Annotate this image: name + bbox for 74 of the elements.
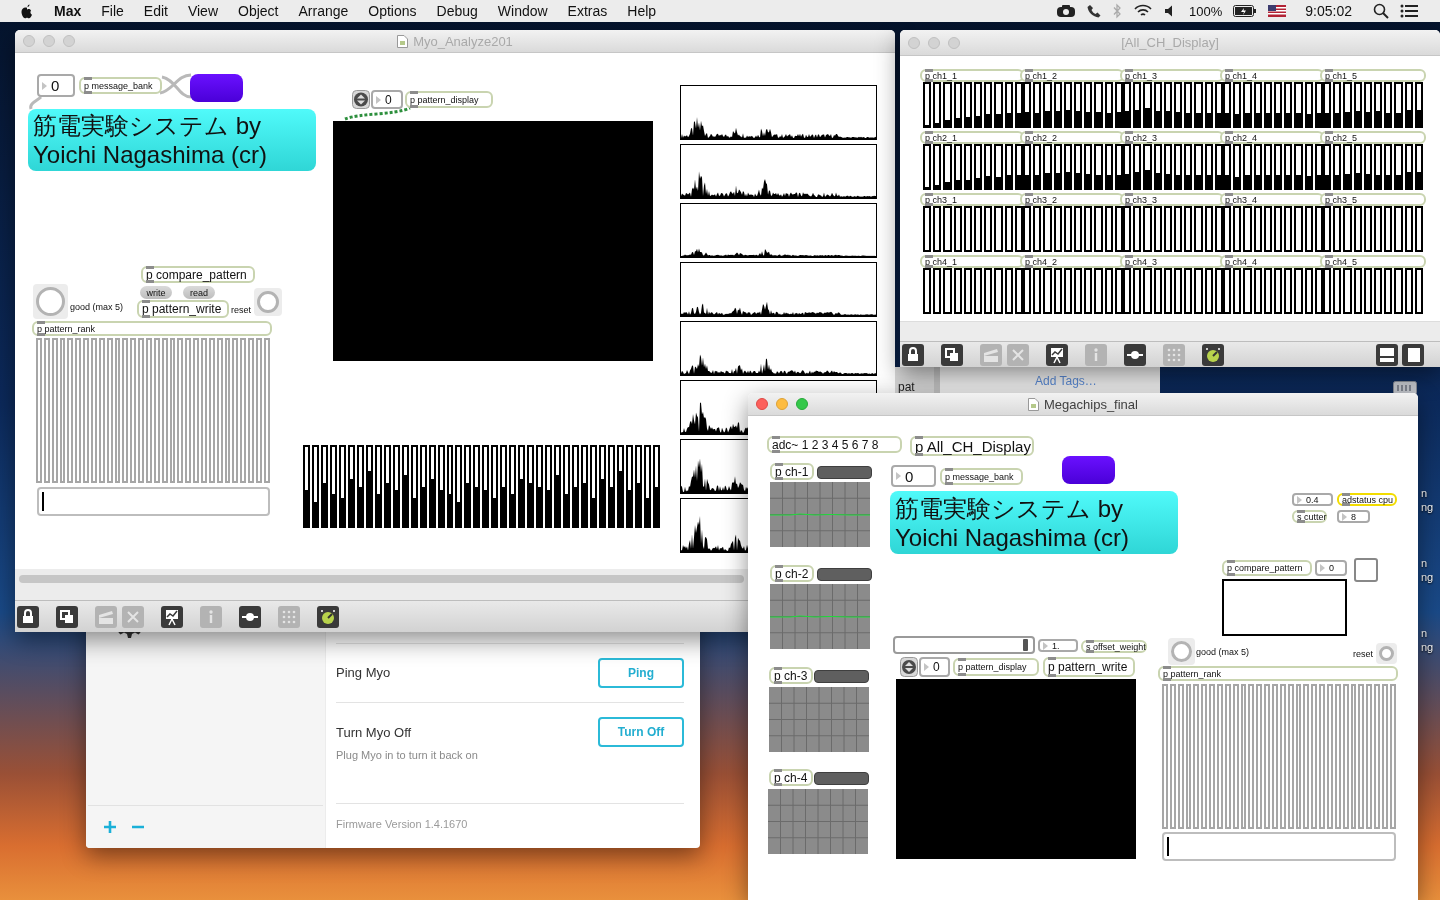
object-box: adc~ 1 2 3 4 5 6 7 8 [767, 436, 902, 453]
object-box: p ch1_5 [1320, 69, 1426, 82]
object-box: p ch4_5 [1320, 255, 1426, 268]
object-box: p ch3_5 [1320, 193, 1426, 206]
menu-item[interactable]: Max [54, 3, 82, 19]
object-box: p ch1_2 [1020, 69, 1124, 82]
setting-label: Turn Myo Off [336, 725, 413, 741]
number-box[interactable]: 8 [1337, 510, 1370, 523]
sidebar-item[interactable]: pat [898, 379, 915, 395]
window-title: [All_CH_Display] [1121, 35, 1219, 50]
object-box: p ch4_3 [1120, 255, 1224, 268]
object-box: p pattern_write [137, 300, 229, 318]
number-box[interactable]: 0.4 [1292, 493, 1333, 506]
comment-text: reset [1353, 648, 1373, 660]
menu-item[interactable]: Edit [143, 3, 168, 19]
menu-item[interactable]: Help [627, 3, 657, 19]
menu-item[interactable]: Debug [436, 3, 478, 19]
object-box: p ch2_1 [920, 131, 1024, 144]
menu-item[interactable]: Arrange [298, 3, 349, 19]
object-box: p message_bank [79, 77, 162, 94]
object-box: p pattern_display [405, 91, 493, 108]
battery-percentage: 100% [1189, 3, 1223, 19]
menu-item[interactable]: File [101, 3, 124, 19]
object-box: p ch3_2 [1020, 193, 1124, 206]
icon-label[interactable]: ng [1421, 500, 1434, 514]
object-box: p ch4_2 [1020, 255, 1124, 268]
clock[interactable]: 9:05:02 [1305, 3, 1352, 19]
object-box: p compare_pattern [1222, 560, 1312, 576]
object-box: p pattern_display [953, 658, 1039, 676]
object-box: p ch2_3 [1120, 131, 1224, 144]
title-text: 筋電実験システム by [33, 111, 262, 140]
menu-item[interactable]: Window [497, 3, 548, 19]
comment-text: good (max 5) [1196, 646, 1250, 658]
object-box: s offset_weight [1081, 640, 1147, 653]
object-box: p ch4_4 [1220, 255, 1324, 268]
number-box[interactable]: 0 [1315, 560, 1347, 576]
comment-text: good (max 5) [70, 301, 124, 313]
menu-item[interactable]: View [187, 3, 218, 19]
number-box[interactable]: 0 [919, 657, 950, 677]
window-title: Megachips_final [1044, 396, 1138, 412]
title-text: Yoichi Nagashima (cr) [895, 522, 1130, 552]
object-box: adstatus cpu [1337, 493, 1397, 506]
window-title: Myo_Analyze201 [413, 33, 513, 49]
icon-label[interactable]: ng [1421, 570, 1434, 584]
object-box: p ch3_1 [920, 193, 1024, 206]
object-box: p pattern_write [1043, 657, 1135, 677]
number-box[interactable]: 1. [1038, 639, 1078, 652]
title-text: 筋電実験システム by [895, 493, 1124, 523]
comment-text: reset [231, 304, 251, 316]
firmware-version: Firmware Version 1.4.1670 [336, 818, 468, 830]
object-box: p ch1_3 [1120, 69, 1224, 82]
icon-label[interactable]: n [1421, 626, 1434, 640]
object-box: s cutter [1292, 510, 1327, 523]
object-box: p pattern_rank [1158, 666, 1398, 681]
object-box: p ch3_3 [1120, 193, 1224, 206]
icon-label[interactable]: ng [1421, 640, 1434, 654]
menu-item[interactable]: Extras [567, 3, 608, 19]
object-box: p ch2_4 [1220, 131, 1324, 144]
object-box: p message_bank [940, 468, 1023, 485]
setting-hint: Plug Myo in to turn it back on [336, 749, 478, 761]
object-box: p ch3_4 [1220, 193, 1324, 206]
object-box: p ch1_1 [920, 69, 1024, 82]
menu-item[interactable]: Options [368, 3, 417, 19]
setting-label: Ping Myo [336, 665, 391, 681]
icon-label[interactable]: n [1421, 486, 1434, 500]
object-box: p pattern_rank [32, 321, 272, 336]
object-box: p ch2_5 [1320, 131, 1426, 144]
object-box: p ch1_4 [1220, 69, 1324, 82]
menu-item[interactable]: Object [238, 3, 279, 19]
icon-label[interactable]: n [1421, 556, 1434, 570]
number-box[interactable]: 0 [891, 465, 936, 487]
object-box: p ch2_2 [1020, 131, 1124, 144]
title-text: Yoichi Nagashima (cr) [33, 140, 268, 169]
object-box: p ch4_1 [920, 255, 1024, 268]
